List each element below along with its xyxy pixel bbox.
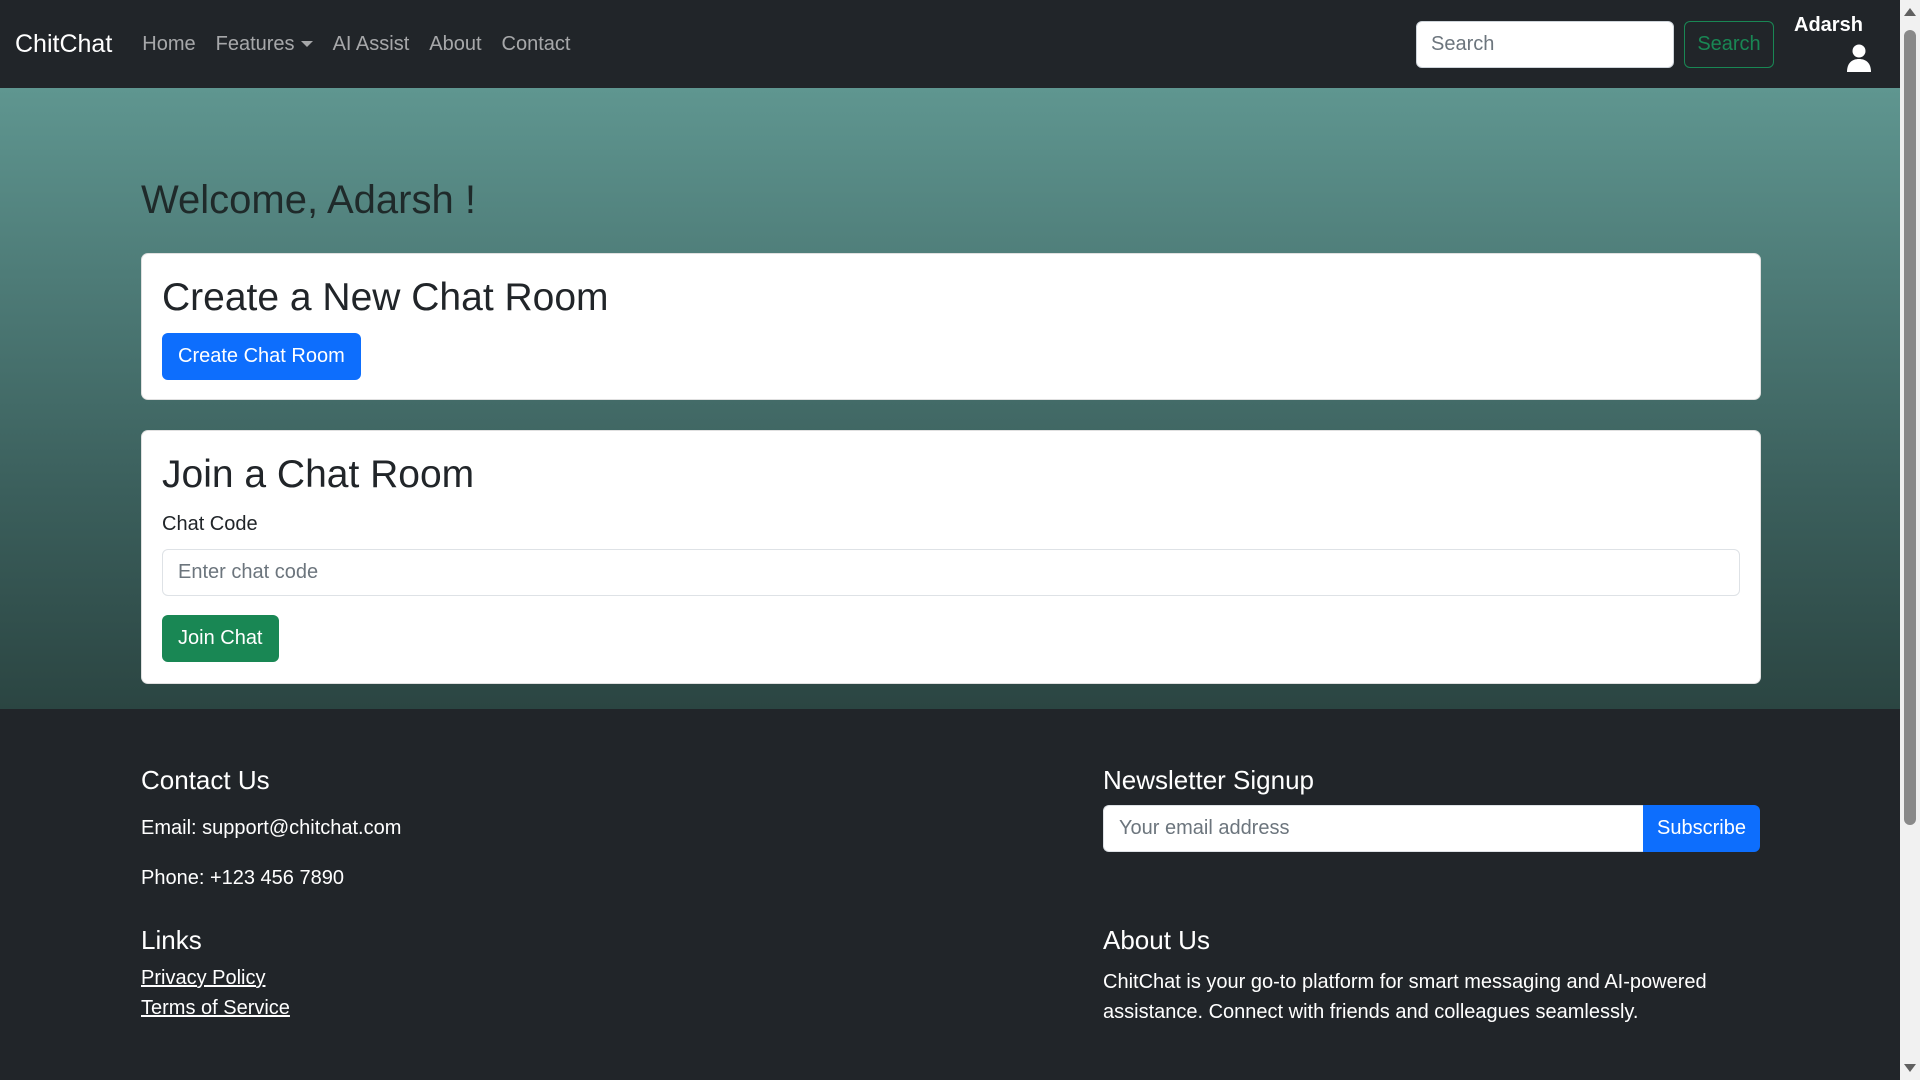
create-chat-room-button[interactable]: Create Chat Room bbox=[162, 333, 361, 380]
chat-code-label: Chat Code bbox=[162, 513, 258, 535]
user-menu[interactable]: Adarsh bbox=[1774, 0, 1900, 88]
scroll-down-arrow-icon[interactable] bbox=[1904, 1064, 1916, 1072]
newsletter-email-input[interactable] bbox=[1103, 805, 1643, 852]
nav-link-features-label: Features bbox=[215, 32, 295, 55]
contact-email: Email: support@chitchat.com bbox=[141, 817, 402, 839]
nav-links: Home Features AI Assist About Contact bbox=[142, 33, 590, 56]
links-heading: Links bbox=[141, 925, 202, 955]
scrollbar-thumb[interactable] bbox=[1904, 30, 1916, 825]
subscribe-button[interactable]: Subscribe bbox=[1643, 805, 1760, 852]
hero-section: Welcome, Adarsh ! Create a New Chat Room… bbox=[0, 88, 1900, 709]
about-heading: About Us bbox=[1103, 925, 1210, 955]
chevron-down-icon bbox=[300, 41, 313, 47]
nav-link-home[interactable]: Home bbox=[142, 33, 195, 56]
create-room-title: Create a New Chat Room bbox=[162, 276, 609, 319]
privacy-policy-link[interactable]: Privacy Policy bbox=[141, 967, 265, 990]
search-button[interactable]: Search bbox=[1684, 20, 1774, 68]
navbar: ChitChat Home Features AI Assist About C… bbox=[0, 0, 1900, 88]
terms-of-service-link[interactable]: Terms of Service bbox=[141, 997, 290, 1020]
nav-link-features[interactable]: Features bbox=[216, 33, 313, 56]
contact-heading: Contact Us bbox=[141, 765, 270, 795]
join-room-card: Join a Chat Room Chat Code Join Chat bbox=[141, 430, 1761, 684]
welcome-heading: Welcome, Adarsh ! bbox=[141, 178, 476, 222]
join-chat-button[interactable]: Join Chat bbox=[162, 615, 279, 662]
create-room-card: Create a New Chat Room Create Chat Room bbox=[141, 253, 1761, 400]
chat-code-input[interactable] bbox=[162, 549, 1740, 596]
page: ChitChat Home Features AI Assist About C… bbox=[0, 0, 1900, 1080]
vertical-scrollbar[interactable] bbox=[1900, 0, 1920, 1080]
user-icon[interactable] bbox=[1846, 44, 1872, 72]
brand-logo[interactable]: ChitChat bbox=[15, 30, 112, 59]
join-room-title: Join a Chat Room bbox=[162, 453, 475, 496]
nav-link-about[interactable]: About bbox=[429, 33, 481, 56]
footer: Contact Us Email: support@chitchat.com P… bbox=[0, 709, 1900, 1080]
nav-link-contact[interactable]: Contact bbox=[502, 33, 571, 56]
nav-link-ai-assist[interactable]: AI Assist bbox=[333, 33, 410, 56]
search-input[interactable] bbox=[1416, 20, 1674, 68]
user-name: Adarsh bbox=[1794, 14, 1863, 36]
about-text: ChitChat is your go-to platform for smar… bbox=[1103, 971, 1707, 1023]
contact-phone: Phone: +123 456 7890 bbox=[141, 867, 344, 889]
newsletter-heading: Newsletter Signup bbox=[1103, 765, 1314, 795]
scroll-up-arrow-icon[interactable] bbox=[1904, 8, 1916, 16]
nav-right: Search Adarsh bbox=[1416, 0, 1900, 88]
